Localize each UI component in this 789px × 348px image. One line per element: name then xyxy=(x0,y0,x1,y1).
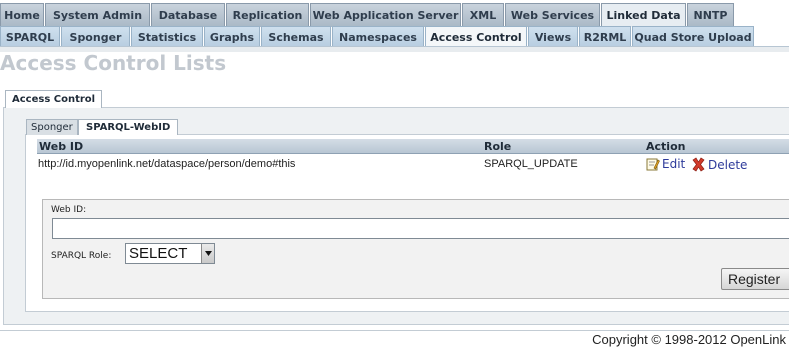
tab-web-application-server[interactable]: Web Application Server xyxy=(310,3,461,27)
tab-access-control-panel[interactable]: Access Control xyxy=(5,90,103,108)
delete-link[interactable]: Delete xyxy=(691,157,747,172)
sparql-role-label: SPARQL Role: xyxy=(51,251,112,261)
cell-webid: http://id.myopenlink.net/dataspace/perso… xyxy=(38,158,296,170)
edit-icon xyxy=(646,158,660,171)
webid-input[interactable] xyxy=(52,218,789,239)
tab-nntp[interactable]: NNTP xyxy=(687,3,734,27)
delete-icon xyxy=(692,157,705,172)
cell-role: SPARQL_UPDATE xyxy=(484,158,578,170)
tab-schemas[interactable]: Schemas xyxy=(261,26,331,47)
tab-xml[interactable]: XML xyxy=(462,3,504,27)
tab-access-control[interactable]: Access Control xyxy=(425,26,527,47)
tab-views[interactable]: Views xyxy=(528,26,578,47)
tab-quad-store-upload[interactable]: Quad Store Upload xyxy=(632,26,754,47)
tab-sponger[interactable]: Sponger xyxy=(61,26,130,47)
tab-r2rml[interactable]: R2RML xyxy=(579,26,631,47)
delete-label: Delete xyxy=(708,157,748,172)
webid-label: Web ID: xyxy=(51,205,87,215)
sub-nav: SPARQL Sponger Statistics Graphs Schemas… xyxy=(0,26,755,47)
page-title: Access Control Lists xyxy=(0,51,227,75)
tab-graphs[interactable]: Graphs xyxy=(204,26,260,47)
register-button[interactable]: Register xyxy=(721,268,789,290)
edit-label: Edit xyxy=(662,157,686,171)
copyright-text: Copyright © 1998-2012 OpenLink xyxy=(592,332,786,347)
top-nav: Home System Admin Database Replication W… xyxy=(0,3,735,27)
column-header-role: Role xyxy=(484,140,512,153)
tab-system-admin[interactable]: System Admin xyxy=(45,3,150,27)
tab-statistics[interactable]: Statistics xyxy=(131,26,203,47)
tab-sparql[interactable]: SPARQL xyxy=(0,26,60,47)
column-header-webid: Web ID xyxy=(39,140,84,153)
tab-sponger-section[interactable]: Sponger xyxy=(26,119,78,135)
chevron-down-icon[interactable] xyxy=(201,244,214,263)
edit-link[interactable]: Edit xyxy=(646,157,685,171)
tab-sparql-webid[interactable]: SPARQL-WebID xyxy=(78,119,179,135)
selected-role: SELECT xyxy=(129,245,188,262)
tab-home[interactable]: Home xyxy=(0,3,44,27)
tab-linked-data[interactable]: Linked Data xyxy=(601,3,686,27)
footer-divider xyxy=(0,330,789,331)
sparql-role-select[interactable]: SELECT xyxy=(125,243,215,264)
tab-database[interactable]: Database xyxy=(151,3,225,27)
column-header-action: Action xyxy=(646,140,686,153)
tab-web-services[interactable]: Web Services xyxy=(505,3,600,27)
tab-namespaces[interactable]: Namespaces xyxy=(332,26,424,47)
tab-replication[interactable]: Replication xyxy=(226,3,309,27)
